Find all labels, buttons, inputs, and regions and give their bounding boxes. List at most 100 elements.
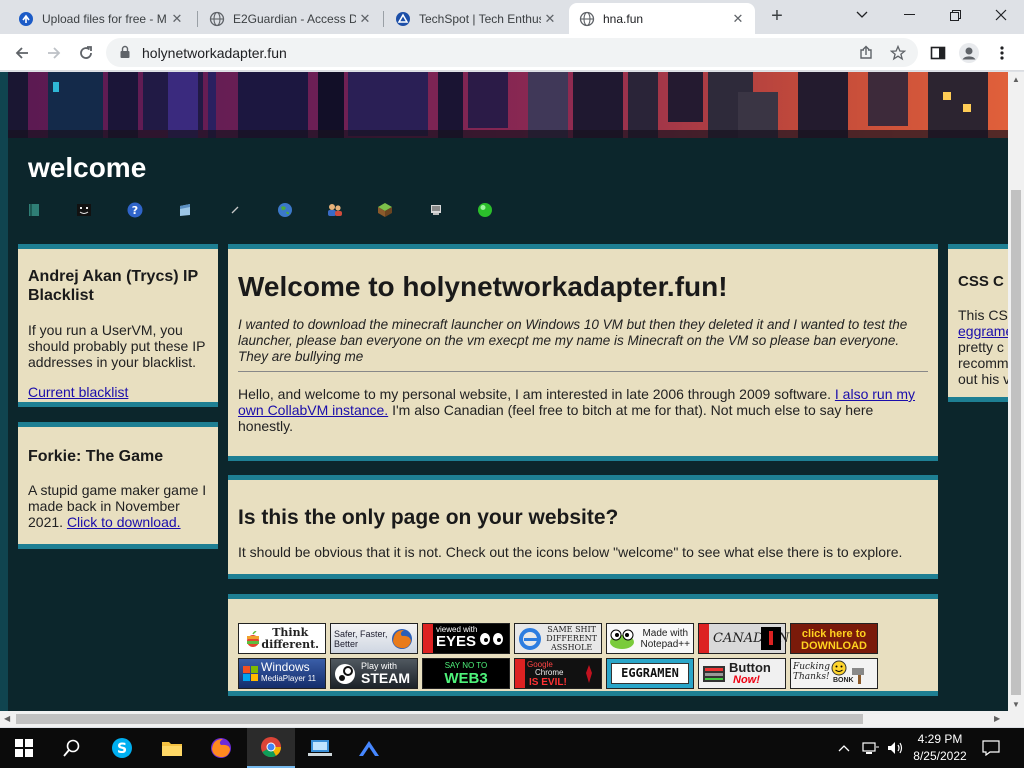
buttons-panel: Think different. Safer, Faster, Better vie… <box>228 594 938 696</box>
canadian-button[interactable]: CANADIAN <box>698 623 789 654</box>
city-skyline-banner <box>8 72 1008 138</box>
scroll-up-icon[interactable]: ▲ <box>1012 75 1020 84</box>
face-icon[interactable] <box>76 202 92 218</box>
button-text: Better <box>334 639 359 649</box>
windows-logo-icon <box>243 666 258 681</box>
address-bar[interactable]: holynetworkadapter.fun <box>106 38 918 67</box>
scrollbar-thumb[interactable] <box>16 714 863 724</box>
play-with-steam-button[interactable]: Play with STEAM <box>330 658 418 689</box>
tab-e2guardian[interactable]: E2Guardian - Access De ✕ <box>199 3 382 34</box>
tab-separator <box>383 11 384 27</box>
side-panel-icon <box>930 46 946 60</box>
close-icon[interactable]: ✕ <box>729 10 747 28</box>
url-text: holynetworkadapter.fun <box>142 45 287 61</box>
menu-button[interactable] <box>989 40 1015 66</box>
scroll-down-icon[interactable]: ▼ <box>1012 700 1020 709</box>
side-panel-button[interactable] <box>925 40 951 66</box>
only-page-text: It should be obvious that it is not. Che… <box>238 544 903 560</box>
apple-logo-icon <box>247 631 259 647</box>
monitor-icon[interactable] <box>428 202 444 218</box>
taskbar-vm-app[interactable] <box>296 728 344 768</box>
laptop-icon <box>308 740 332 756</box>
cube-icon[interactable] <box>377 202 393 218</box>
taskbar-firefox[interactable] <box>197 728 245 768</box>
firefox-button[interactable]: Safer, Faster, Better <box>330 623 418 654</box>
css-panel: CSS C This CS eggrame pretty c recomm ou… <box>948 244 1008 402</box>
forward-button[interactable] <box>41 40 67 66</box>
volume-icon[interactable] <box>887 728 905 768</box>
horizontal-scrollbar[interactable]: ◀ ▶ <box>0 711 1024 727</box>
scroll-left-icon[interactable]: ◀ <box>4 714 10 723</box>
tray-chevron-up-icon[interactable] <box>838 728 850 768</box>
users-icon[interactable] <box>327 202 343 218</box>
forkie-download-link[interactable]: Click to download. <box>67 514 181 530</box>
notification-icon[interactable] <box>982 728 1000 768</box>
globe-icon[interactable] <box>277 202 293 218</box>
eggramen-button[interactable]: EGGRAMEN <box>606 658 694 689</box>
pen-icon[interactable] <box>227 202 243 218</box>
minimize-button[interactable] <box>886 0 932 30</box>
scrollbar-thumb[interactable] <box>1011 190 1021 695</box>
vertical-scrollbar[interactable]: ▲ ▼ <box>1008 72 1024 711</box>
blacklist-text: If you run a UserVM, you should probably… <box>28 322 206 370</box>
tab-title: E2Guardian - Access De <box>233 11 356 26</box>
chrome-is-evil-button[interactable]: Google Chrome IS EVIL! <box>514 658 602 689</box>
restore-icon <box>949 9 961 21</box>
eggramen-link[interactable]: eggrame <box>958 323 1008 339</box>
css-heading: CSS C <box>958 273 1004 290</box>
eyes-icon <box>480 633 503 645</box>
book-icon[interactable] <box>26 202 42 218</box>
button-text: SAME SHIT <box>547 625 597 634</box>
tab-title: hna.fun <box>603 11 644 26</box>
current-blacklist-link[interactable]: Current blacklist <box>28 384 208 400</box>
back-button[interactable] <box>9 40 35 66</box>
window-icon[interactable] <box>177 202 193 218</box>
upload-favicon <box>18 11 34 27</box>
notepad-plus-plus-button[interactable]: Made with Notepad++ <box>606 623 694 654</box>
svg-text:S: S <box>117 741 127 757</box>
button-text: Notepad++ <box>640 639 691 650</box>
taskbar-file-explorer[interactable] <box>148 728 196 768</box>
close-window-button[interactable] <box>978 0 1024 30</box>
ie-logo-icon <box>519 628 541 650</box>
restore-button[interactable] <box>932 0 978 30</box>
firefox-icon <box>211 738 231 758</box>
profile-button[interactable] <box>956 40 982 66</box>
network-icon[interactable] <box>862 728 880 768</box>
search-icon <box>63 739 80 757</box>
start-button[interactable] <box>0 728 48 768</box>
same-shit-ie-button[interactable]: SAME SHIT DIFFERENT ASSHOLE <box>514 623 602 654</box>
reload-button[interactable] <box>73 40 99 66</box>
clock[interactable]: 4:29 PM 8/25/2022 <box>912 728 968 768</box>
taskbar-nordvpn[interactable] <box>345 728 393 768</box>
bookmark-star-icon[interactable] <box>888 43 908 63</box>
share-icon[interactable] <box>856 43 876 63</box>
button-text: Button <box>729 660 771 675</box>
windows-media-player-button[interactable]: Windows MediaPlayer 11 <box>238 658 326 689</box>
taskbar-chrome[interactable] <box>247 728 295 768</box>
folder-icon <box>162 742 182 756</box>
tab-search-button[interactable] <box>839 0 885 30</box>
new-tab-button[interactable]: + <box>766 6 788 28</box>
think-different-button[interactable]: Think different. <box>238 623 326 654</box>
help-icon[interactable]: ? <box>127 202 143 218</box>
tab-techspot[interactable]: TechSpot | Tech Enthus ✕ <box>385 3 567 34</box>
viewed-with-eyes-button[interactable]: viewed with EYES <box>422 623 510 654</box>
search-button[interactable] <box>48 728 96 768</box>
button-now-button[interactable]: Button Now! <box>698 658 786 689</box>
tab-upload-files[interactable]: Upload files for free - M ✕ <box>8 3 194 34</box>
more-vert-icon <box>1000 46 1004 60</box>
taskbar-skype[interactable]: S <box>98 728 146 768</box>
green-orb-icon[interactable] <box>477 202 493 218</box>
tab-hna-fun[interactable]: hna.fun ✕ <box>569 3 755 34</box>
arrow-right-icon <box>48 47 61 59</box>
say-no-to-web3-button[interactable]: SAY NO TO WEB3 <box>422 658 510 689</box>
css-text-line: out his v <box>958 371 1008 387</box>
close-icon[interactable]: ✕ <box>168 10 186 28</box>
close-icon[interactable]: ✕ <box>541 10 559 28</box>
css-text-line: This CS <box>958 307 1008 323</box>
click-to-download-button[interactable]: click here to DOWNLOAD <box>790 623 878 654</box>
close-icon[interactable]: ✕ <box>356 10 374 28</box>
fucking-thanks-button[interactable]: Fucking Thanks! BONK <box>790 658 878 689</box>
scroll-right-icon[interactable]: ▶ <box>994 714 1000 723</box>
